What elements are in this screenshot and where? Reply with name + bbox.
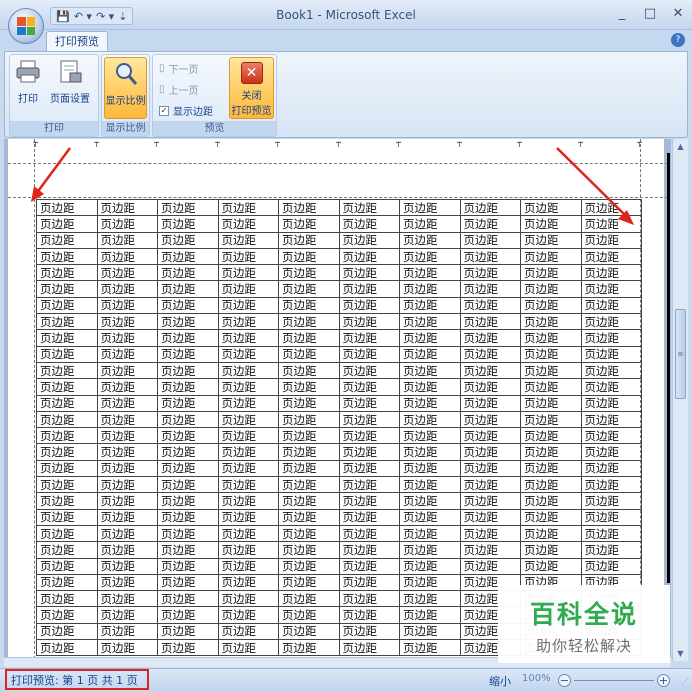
annotation-arrow-left (31, 147, 72, 202)
annotation-arrows (31, 147, 634, 225)
office-logo-icon (17, 17, 35, 35)
office-button[interactable] (8, 8, 44, 44)
annotation-arrow-right (556, 147, 634, 225)
